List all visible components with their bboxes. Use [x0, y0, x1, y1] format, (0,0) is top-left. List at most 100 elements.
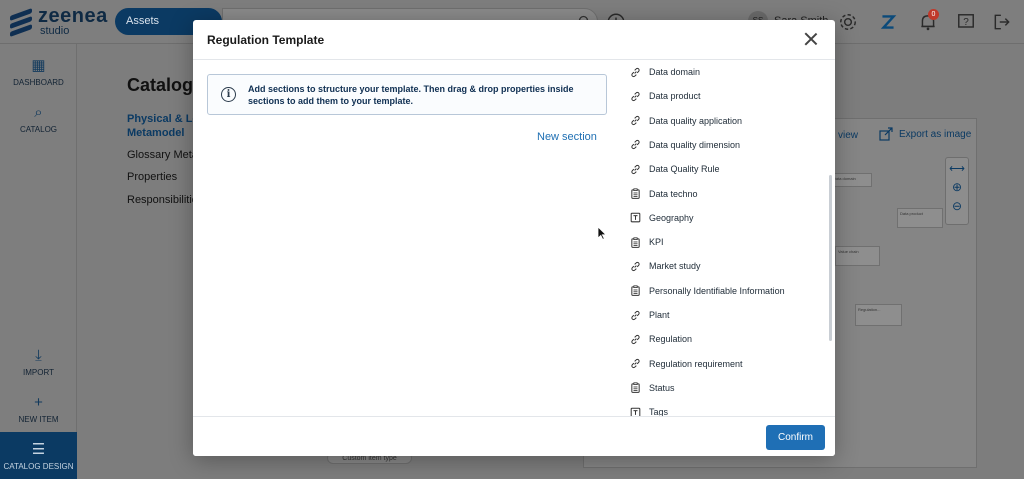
svg-text:?: ?	[963, 17, 969, 28]
link-icon	[630, 91, 641, 102]
link-icon	[630, 115, 641, 126]
property-item-label: Data domain	[649, 67, 701, 77]
sidebar-item-label: CATALOG DESIGN	[3, 462, 74, 471]
link-icon	[630, 310, 641, 321]
zeenea-logo-mark-icon	[10, 7, 32, 37]
link-icon	[630, 261, 641, 272]
info-banner: i Add sections to structure your templat…	[207, 74, 607, 115]
property-item[interactable]: Status	[630, 378, 675, 398]
property-item-label: Data Quality Rule	[649, 164, 720, 175]
sidebar-item-catalog[interactable]: ⌕ CATALOG	[0, 104, 77, 134]
zoom-out-icon[interactable]: ⊖	[946, 199, 968, 213]
gear-icon[interactable]	[838, 12, 858, 32]
zoom-in-icon[interactable]: ⊕	[946, 180, 968, 194]
sidebar-item-new-item[interactable]: + NEW ITEM	[0, 394, 77, 424]
sidebar-item-label: DASHBOARD	[13, 78, 64, 87]
nav-item-metamodel[interactable]: Metamodel	[127, 127, 184, 139]
property-item-label: Data product	[649, 91, 701, 102]
property-item[interactable]: Data quality dimension	[630, 135, 740, 155]
logo-name: zeenea	[38, 5, 108, 27]
text-icon	[630, 407, 641, 416]
property-item-label: Plant	[649, 310, 670, 320]
property-item[interactable]: Tags	[630, 402, 668, 416]
sidebar-item-label: CATALOG	[19, 125, 58, 134]
property-item[interactable]: Data Quality Rule	[630, 159, 720, 179]
close-icon[interactable]	[802, 30, 820, 48]
nav-item-glossary-metamodel[interactable]: Glossary Meta	[127, 149, 198, 161]
property-item[interactable]: Personally Identifiable Information	[630, 281, 785, 301]
logout-icon[interactable]	[992, 12, 1012, 32]
dialog-title: Regulation Template	[207, 33, 325, 47]
link-icon	[630, 358, 641, 369]
confirm-button[interactable]: Confirm	[766, 425, 825, 450]
property-item-label: Data quality dimension	[649, 139, 741, 150]
property-item-label: Data quality application	[649, 115, 743, 126]
import-icon: ⤓	[35, 347, 42, 364]
property-item-label: Data techno	[649, 188, 698, 199]
property-item[interactable]: Regulation requirement	[630, 354, 743, 374]
nav-item-properties[interactable]: Properties	[127, 171, 177, 183]
view-toggle[interactable]: view	[838, 130, 858, 141]
nav-item-responsibilities[interactable]: Responsibilities	[127, 194, 203, 206]
diagram-node[interactable]: Data product	[897, 208, 943, 228]
fit-width-icon[interactable]: ⟷	[946, 162, 968, 175]
diagram-node[interactable]: Data domain	[830, 173, 872, 187]
property-item[interactable]: Data techno	[630, 184, 698, 204]
property-list: Data domain Data product Data quality appl…	[630, 60, 835, 416]
export-image-icon[interactable]	[879, 127, 893, 141]
link-icon	[630, 67, 641, 78]
link-icon	[630, 164, 641, 175]
zeenea-z-icon[interactable]	[878, 12, 898, 32]
zeenea-logo[interactable]: zeenea studio	[10, 6, 108, 37]
mouse-cursor-icon	[597, 226, 607, 240]
logo-sub: studio	[40, 25, 70, 37]
link-icon	[630, 139, 641, 150]
property-item[interactable]: Data quality application	[630, 111, 742, 131]
new-section-button[interactable]: New section	[537, 131, 597, 143]
property-item[interactable]: Plant	[630, 305, 670, 325]
sidebar-item-import[interactable]: ⤓ IMPORT	[0, 347, 77, 377]
sidebar: ▦ DASHBOARD ⌕ CATALOG ⤓ IMPORT + NEW ITE…	[0, 44, 77, 479]
property-list-scrollbar[interactable]	[829, 175, 832, 341]
property-item[interactable]: Data domain	[630, 62, 700, 82]
property-item-label: KPI	[649, 237, 664, 248]
page-title: Catalog	[127, 75, 194, 95]
regulation-template-dialog: Regulation Template i Add sections to st…	[193, 20, 835, 456]
text-icon	[630, 212, 641, 223]
property-item-label: Geography	[649, 212, 694, 223]
property-item-label: Status	[649, 382, 675, 393]
clipboard-icon	[630, 382, 641, 394]
property-item[interactable]: Geography	[630, 208, 694, 228]
sidebar-item-catalog-design[interactable]: ☰ CATALOG DESIGN	[0, 432, 77, 479]
zoom-controls: ⟷ ⊕ ⊖	[945, 157, 969, 225]
diagram-node[interactable]: Regulation...	[855, 304, 902, 326]
plus-icon: +	[34, 394, 43, 411]
clipboard-icon	[630, 285, 641, 297]
sidebar-item-label: IMPORT	[23, 368, 54, 377]
clipboard-icon	[630, 237, 641, 248]
clipboard-icon	[630, 188, 641, 199]
property-item-label: Regulation requirement	[649, 358, 743, 369]
info-icon: i	[221, 87, 236, 102]
property-item[interactable]: Data product	[630, 86, 701, 106]
property-item-label: Market study	[649, 261, 701, 272]
catalog-design-icon: ☰	[31, 441, 46, 458]
info-text: Add sections to structure your template.…	[248, 84, 574, 106]
feedback-icon[interactable]: ?	[956, 12, 976, 32]
dialog-footer: Confirm	[193, 416, 835, 456]
dialog-header: Regulation Template	[193, 20, 835, 60]
property-item-label: Regulation	[649, 334, 693, 345]
property-item-label: Tags	[649, 407, 669, 416]
diagram-node[interactable]: Value chain	[835, 246, 880, 266]
property-item[interactable]: KPI	[630, 232, 664, 252]
property-item-label: Personally Identifiable Information	[649, 285, 785, 296]
sidebar-item-dashboard[interactable]: ▦ DASHBOARD	[0, 56, 77, 87]
property-item[interactable]: Market study	[630, 256, 701, 276]
catalog-icon: ⌕	[34, 104, 43, 121]
notification-badge: 0	[928, 9, 939, 20]
sidebar-item-label: NEW ITEM	[18, 415, 59, 424]
link-icon	[630, 334, 641, 345]
export-image-button[interactable]: Export as image	[899, 129, 971, 140]
dashboard-icon: ▦	[31, 57, 46, 74]
property-item[interactable]: Regulation	[630, 329, 692, 349]
